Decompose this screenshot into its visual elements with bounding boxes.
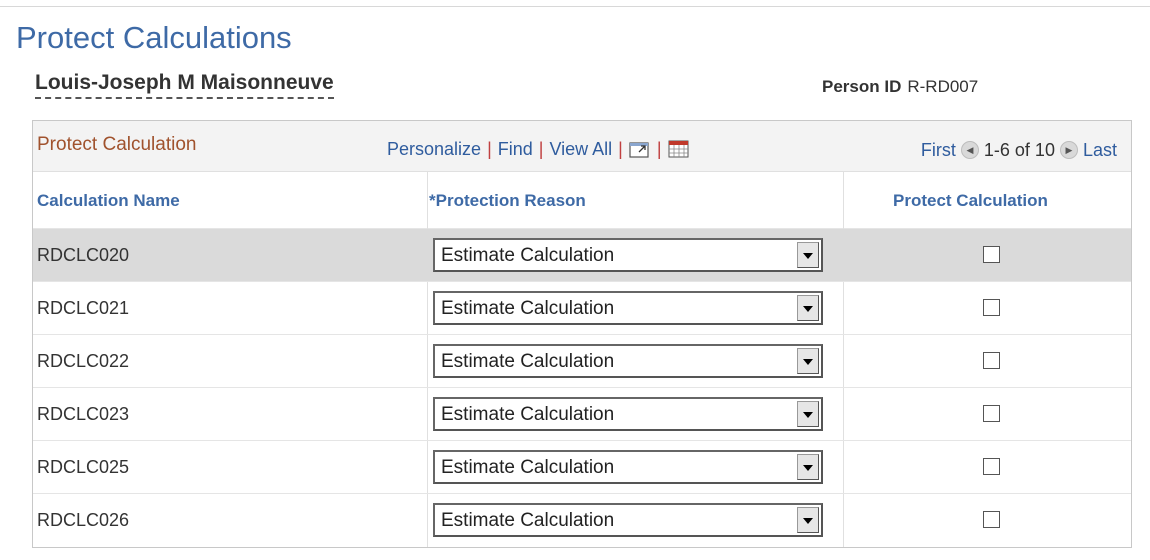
chevron-down-icon: [803, 306, 813, 312]
column-header-calculation-name[interactable]: Calculation Name: [37, 191, 180, 211]
protection-reason-select[interactable]: Estimate Calculation: [433, 450, 823, 484]
person-id-label: Person ID: [822, 77, 902, 96]
protection-reason-value: Estimate Calculation: [441, 245, 615, 266]
calculation-name: RDCLC020: [37, 245, 130, 265]
protection-reason-value: Estimate Calculation: [441, 510, 615, 531]
page-title: Protect Calculations: [16, 20, 292, 55]
top-divider: [0, 6, 1150, 7]
protect-calculation-checkbox[interactable]: [983, 458, 1000, 475]
protect-calculation-checkbox[interactable]: [983, 352, 1000, 369]
grid-body: RDCLC020 Estimate Calculation RDCLC021 E…: [33, 229, 1131, 547]
column-headers: Calculation Name *Protection Reason Prot…: [33, 172, 1131, 229]
protection-reason-value: Estimate Calculation: [441, 351, 615, 372]
grid-toolbar: Personalize | Find | View All | |: [387, 139, 690, 163]
protection-reason-select[interactable]: Estimate Calculation: [433, 503, 823, 537]
protection-reason-value: Estimate Calculation: [441, 404, 615, 425]
table-row: RDCLC022 Estimate Calculation: [33, 335, 1131, 388]
dropdown-button[interactable]: [797, 295, 819, 321]
chevron-down-icon: [803, 518, 813, 524]
chevron-down-icon: [803, 465, 813, 471]
dropdown-button[interactable]: [797, 454, 819, 480]
table-row: RDCLC020 Estimate Calculation: [33, 229, 1131, 282]
protection-reason-select[interactable]: Estimate Calculation: [433, 238, 823, 272]
column-header-protect-calculation[interactable]: Protect Calculation: [893, 191, 1048, 211]
person-id-value: R-RD007: [907, 77, 979, 96]
download-grid-icon[interactable]: [668, 140, 690, 163]
calculation-name: RDCLC022: [37, 351, 130, 371]
column-header-protection-reason[interactable]: *Protection Reason: [429, 191, 586, 211]
protect-calculation-checkbox[interactable]: [983, 511, 1000, 528]
calculation-name: RDCLC023: [37, 404, 130, 424]
separator: |: [487, 139, 492, 159]
protect-calculation-checkbox[interactable]: [983, 299, 1000, 316]
separator: |: [618, 139, 623, 159]
last-link[interactable]: Last: [1083, 140, 1117, 160]
grid-navigation: First ◀ 1-6 of 10 ▶ Last: [921, 139, 1117, 161]
first-link[interactable]: First: [921, 140, 956, 160]
next-arrow-icon[interactable]: ▶: [1059, 141, 1078, 159]
calculation-name: RDCLC021: [37, 298, 130, 318]
view-all-link[interactable]: View All: [549, 139, 612, 159]
person-name[interactable]: Louis-Joseph M Maisonneuve: [35, 71, 334, 99]
dropdown-button[interactable]: [797, 507, 819, 533]
protect-calculation-checkbox[interactable]: [983, 246, 1000, 263]
dropdown-button[interactable]: [797, 401, 819, 427]
grid-header: Protect Calculation Personalize | Find | Vie…: [33, 121, 1131, 172]
find-link[interactable]: Find: [498, 139, 533, 159]
protection-reason-value: Estimate Calculation: [441, 457, 615, 478]
new-window-icon[interactable]: [629, 140, 651, 163]
dropdown-button[interactable]: [797, 242, 819, 268]
person-id: Person ID R-RD007: [822, 77, 978, 97]
table-row: RDCLC025 Estimate Calculation: [33, 441, 1131, 494]
table-row: RDCLC026 Estimate Calculation: [33, 494, 1131, 547]
previous-arrow-icon[interactable]: ◀: [960, 141, 979, 159]
chevron-down-icon: [803, 253, 813, 259]
dropdown-button[interactable]: [797, 348, 819, 374]
calculation-name: RDCLC025: [37, 457, 130, 477]
calculation-name: RDCLC026: [37, 510, 130, 530]
chevron-down-icon: [803, 359, 813, 365]
personalize-link[interactable]: Personalize: [387, 139, 481, 159]
separator: |: [538, 139, 544, 159]
row-count: 1-6 of 10: [983, 139, 1055, 160]
table-row: RDCLC023 Estimate Calculation: [33, 388, 1131, 441]
table-row: RDCLC021 Estimate Calculation: [33, 282, 1131, 335]
protection-reason-select[interactable]: Estimate Calculation: [433, 397, 823, 431]
grid-title: Protect Calculation: [37, 134, 197, 155]
protection-reason-select[interactable]: Estimate Calculation: [433, 344, 823, 378]
protect-calculation-grid: Protect Calculation Personalize | Find | Vie…: [32, 120, 1132, 548]
protection-reason-select[interactable]: Estimate Calculation: [433, 291, 823, 325]
separator: |: [656, 139, 662, 159]
protect-calculation-checkbox[interactable]: [983, 405, 1000, 422]
chevron-down-icon: [803, 412, 813, 418]
protection-reason-value: Estimate Calculation: [441, 298, 615, 319]
